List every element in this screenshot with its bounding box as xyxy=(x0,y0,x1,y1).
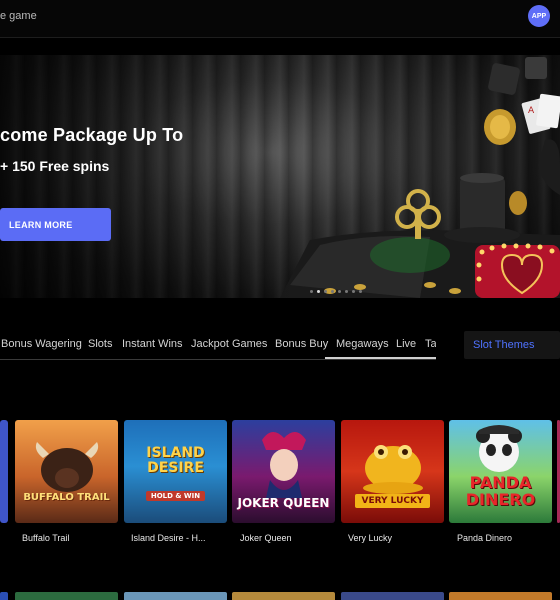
carousel-dot[interactable] xyxy=(317,290,320,293)
hero-banner[interactable]: A come Package Up To + 150 Free spins LE… xyxy=(0,55,560,298)
hold-and-win-badge: HOLD & WIN xyxy=(145,491,206,501)
carousel-dot[interactable] xyxy=(338,290,341,293)
hero-shade xyxy=(0,55,300,298)
carousel-dot[interactable] xyxy=(345,290,348,293)
game-card-row2[interactable] xyxy=(341,592,444,600)
game-card-partial[interactable] xyxy=(0,420,8,523)
tab-instant-wins[interactable]: Instant Wins xyxy=(122,338,183,350)
game-card-joker-queen[interactable]: JOKER QUEEN xyxy=(232,420,335,523)
carousel-dot[interactable] xyxy=(359,290,362,293)
hero-title: come Package Up To xyxy=(0,125,184,145)
tab-ta[interactable]: Ta xyxy=(425,338,436,350)
search-input[interactable]: e game xyxy=(0,10,37,22)
top-bar: e game APP xyxy=(0,0,560,38)
buffalo-icon xyxy=(35,442,99,492)
tab-jackpot-games[interactable]: Jackpot Games xyxy=(191,338,267,350)
casino-illustration: A xyxy=(280,57,560,298)
panda-dinero-logo: PANDA DINERO xyxy=(465,473,536,509)
game-card-row2[interactable] xyxy=(232,592,335,600)
game-card-row2[interactable] xyxy=(0,592,8,600)
game-name[interactable]: Panda Dinero xyxy=(457,533,512,543)
game-card-row2[interactable] xyxy=(449,592,552,600)
game-card-very-lucky[interactable]: VERY LUCKY xyxy=(341,420,444,523)
carousel-dot[interactable] xyxy=(352,290,355,293)
carousel-dot[interactable] xyxy=(324,290,327,293)
carousel-dots xyxy=(310,290,362,293)
tab-bonus-buy[interactable]: Bonus Buy xyxy=(275,338,328,350)
slot-themes-label: Slot Themes xyxy=(473,339,535,351)
tab-megaways[interactable]: Megaways xyxy=(336,338,389,350)
app-button[interactable]: APP xyxy=(528,5,550,27)
carousel-dot[interactable] xyxy=(310,290,313,293)
game-name[interactable]: Very Lucky xyxy=(348,533,392,543)
svg-text:A: A xyxy=(528,106,535,116)
slot-themes-dropdown[interactable]: Slot Themes xyxy=(464,331,560,359)
game-card-buffalo-trail[interactable]: BUFFALO TRAIL xyxy=(15,420,118,523)
tab-bonus-wagering[interactable]: Bonus Wagering xyxy=(1,338,82,350)
very-lucky-badge: VERY LUCKY xyxy=(355,494,430,508)
game-name[interactable]: Island Desire - H... xyxy=(131,533,206,543)
tab-live[interactable]: Live xyxy=(396,338,416,350)
hold-and-win-label: HOLD & WIN xyxy=(124,491,227,501)
island-desire-logo: ISLAND DESIRE xyxy=(146,445,205,476)
hero-subtitle: + 150 Free spins xyxy=(0,158,110,174)
tab-slots[interactable]: Slots xyxy=(88,338,112,350)
buffalo-trail-logo: BUFFALO TRAIL xyxy=(23,492,110,503)
game-card-row2[interactable] xyxy=(124,592,227,600)
category-tabs: Bonus Wagering Slots Instant Wins Jackpo… xyxy=(0,330,436,360)
game-card-row2[interactable] xyxy=(15,592,118,600)
game-card-island-desire[interactable]: ISLAND DESIRE HOLD & WIN xyxy=(124,420,227,523)
carousel-dot[interactable] xyxy=(331,290,334,293)
active-tab-indicator xyxy=(325,357,436,359)
joker-queen-logo: JOKER QUEEN xyxy=(237,496,330,510)
game-card-panda-dinero[interactable]: PANDA DINERO xyxy=(449,420,552,523)
very-lucky-logo: VERY LUCKY xyxy=(341,494,444,508)
game-name[interactable]: Buffalo Trail xyxy=(22,533,69,543)
learn-more-button[interactable]: LEARN MORE xyxy=(0,208,111,241)
game-name[interactable]: Joker Queen xyxy=(240,533,292,543)
